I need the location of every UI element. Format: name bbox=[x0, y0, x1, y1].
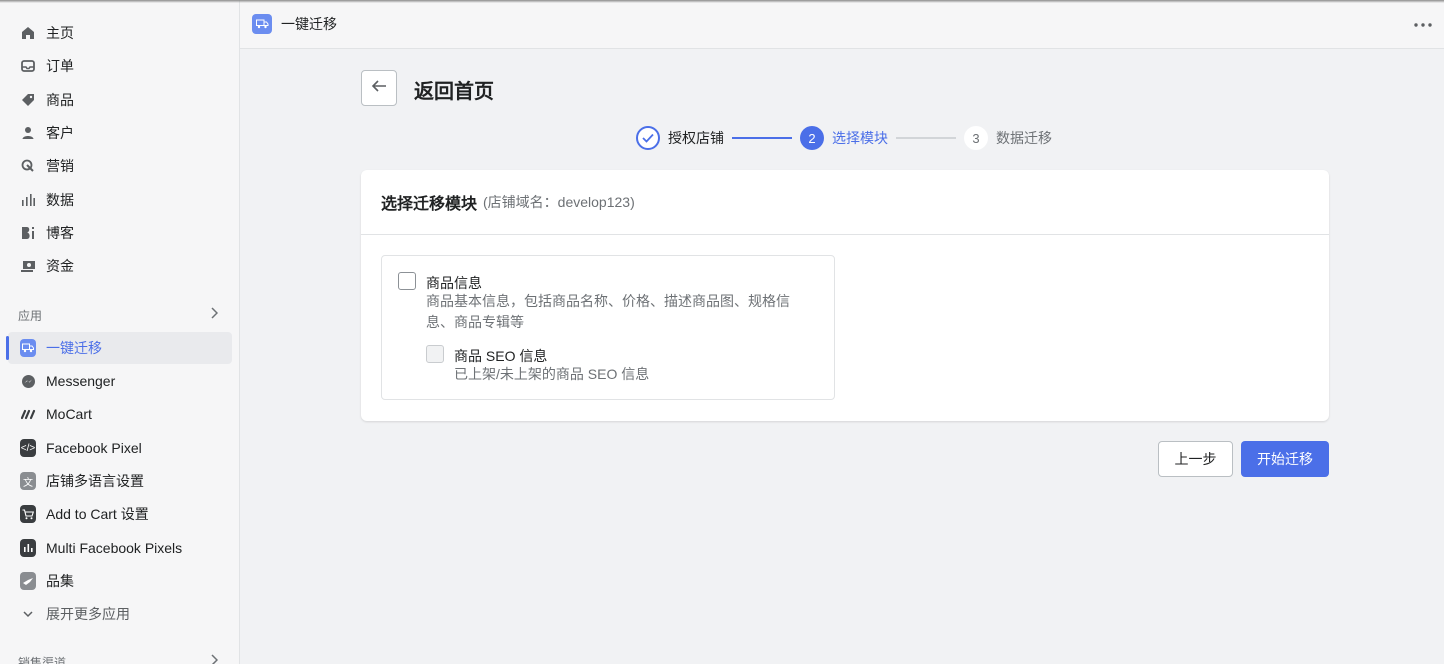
messenger-icon bbox=[20, 373, 36, 389]
sidebar-item-label: 一键迁移 bbox=[46, 340, 102, 356]
sidebar-app-migration[interactable]: 一键迁移 bbox=[6, 332, 232, 364]
card-header: 选择迁移模块 (店铺域名：develop123) bbox=[361, 170, 1329, 235]
step-label-authorize: 授权店铺 bbox=[668, 130, 724, 146]
sidebar-item-finances[interactable]: 资金 bbox=[8, 250, 232, 282]
sales-channels-section-label: 销售渠道 bbox=[18, 656, 67, 664]
sidebar-item-label: 客户 bbox=[46, 125, 74, 141]
option-title: 商品 SEO 信息 bbox=[454, 348, 548, 364]
product-seo-checkbox[interactable] bbox=[426, 345, 444, 363]
sidebar-item-label: Add to Cart 设置 bbox=[46, 506, 149, 522]
bar-chart-icon bbox=[20, 192, 36, 208]
sidebar-item-label: Messenger bbox=[46, 373, 116, 389]
money-icon bbox=[20, 258, 36, 274]
option-description: 商品基本信息，包括商品名称、价格、描述商品图、规格信 bbox=[426, 293, 790, 309]
chevron-right-icon[interactable] bbox=[210, 306, 219, 322]
sidebar-item-analytics[interactable]: 数据 bbox=[8, 184, 232, 216]
app-topbar: 一键迁移 bbox=[240, 0, 1444, 49]
sidebar: 主页 订单 商品 客户 营销 数据 博客 资金 应用 一键迁移 Messenge… bbox=[0, 0, 240, 664]
migration-truck-icon bbox=[252, 14, 272, 34]
tag-icon bbox=[20, 92, 36, 108]
apps-section-label: 应用 bbox=[18, 309, 43, 323]
more-icon[interactable] bbox=[1414, 14, 1432, 32]
expand-more-apps[interactable]: 展开更多应用 bbox=[8, 598, 232, 630]
step-number: 2 bbox=[800, 126, 824, 150]
chevron-down-icon bbox=[20, 606, 36, 622]
home-icon bbox=[20, 25, 36, 41]
sidebar-item-label: 资金 bbox=[46, 258, 74, 274]
sidebar-item-orders[interactable]: 订单 bbox=[8, 50, 232, 82]
migration-stepper: 授权店铺 2 选择模块 3 数据迁移 bbox=[636, 126, 1052, 150]
sidebar-item-label: 博客 bbox=[46, 225, 74, 241]
card-title: 选择迁移模块 bbox=[381, 196, 478, 213]
bird-icon bbox=[20, 572, 36, 590]
option-description: 已上架/未上架的商品 SEO 信息 bbox=[454, 366, 650, 382]
person-icon bbox=[20, 125, 36, 141]
page-title: 返回首页 bbox=[414, 81, 494, 103]
start-migration-button[interactable]: 开始迁移 bbox=[1241, 441, 1329, 477]
sidebar-item-label: 营销 bbox=[46, 158, 74, 174]
previous-step-button[interactable]: 上一步 bbox=[1158, 441, 1233, 477]
sidebar-app-multilanguage[interactable]: 文 店铺多语言设置 bbox=[8, 465, 232, 497]
blog-icon bbox=[20, 225, 36, 241]
sidebar-item-products[interactable]: 商品 bbox=[8, 84, 232, 116]
checkmark-icon bbox=[636, 126, 660, 150]
arrow-left-icon bbox=[371, 79, 387, 97]
sidebar-item-label: 品集 bbox=[46, 573, 74, 589]
inbox-icon bbox=[20, 58, 36, 74]
step-connector bbox=[732, 137, 792, 139]
sidebar-item-label: 展开更多应用 bbox=[46, 606, 130, 622]
option-description: 息、商品专辑等 bbox=[426, 314, 524, 330]
sidebar-item-label: Facebook Pixel bbox=[46, 440, 142, 456]
sidebar-app-add-to-cart[interactable]: Add to Cart 设置 bbox=[8, 498, 232, 530]
sidebar-item-label: 店铺多语言设置 bbox=[46, 473, 144, 489]
sidebar-item-label: Multi Facebook Pixels bbox=[46, 540, 183, 556]
option-title: 商品信息 bbox=[426, 275, 482, 291]
step-label-select-modules: 选择模块 bbox=[832, 130, 888, 146]
sidebar-item-marketing[interactable]: 营销 bbox=[8, 150, 232, 182]
module-options: 商品信息 商品基本信息，包括商品名称、价格、描述商品图、规格信 息、商品专辑等 … bbox=[381, 255, 835, 400]
sidebar-item-label: MoCart bbox=[46, 406, 92, 422]
back-button[interactable] bbox=[361, 70, 397, 106]
module-selection-card: 选择迁移模块 (店铺域名：develop123) 商品信息 商品基本信息，包括商… bbox=[361, 170, 1329, 421]
sidebar-item-label: 订单 bbox=[46, 58, 74, 74]
chevron-right-icon[interactable] bbox=[210, 653, 219, 664]
step-connector bbox=[896, 137, 956, 139]
chart-icon bbox=[20, 539, 36, 557]
step-label-migrate-data: 数据迁移 bbox=[996, 130, 1052, 146]
translate-icon: 文 bbox=[20, 472, 36, 490]
product-info-checkbox[interactable] bbox=[398, 272, 416, 290]
marketing-icon bbox=[20, 158, 36, 174]
sidebar-item-customers[interactable]: 客户 bbox=[8, 117, 232, 149]
sidebar-app-multi-facebook-pixels[interactable]: Multi Facebook Pixels bbox=[8, 532, 232, 564]
store-domain-label: (店铺域名：develop123) bbox=[483, 194, 635, 210]
sidebar-item-home[interactable]: 主页 bbox=[8, 17, 232, 49]
cart-icon bbox=[20, 505, 36, 523]
step-number: 3 bbox=[964, 126, 988, 150]
sidebar-item-label: 商品 bbox=[46, 92, 74, 108]
sidebar-item-label: 主页 bbox=[46, 25, 74, 41]
sidebar-app-facebook-pixel[interactable]: </> Facebook Pixel bbox=[8, 432, 232, 464]
sidebar-app-pinji[interactable]: 品集 bbox=[8, 565, 232, 597]
mocart-icon bbox=[20, 406, 36, 422]
sidebar-app-mocart[interactable]: MoCart bbox=[8, 398, 232, 430]
sidebar-item-blog[interactable]: 博客 bbox=[8, 217, 232, 249]
code-icon: </> bbox=[20, 439, 36, 457]
sidebar-app-messenger[interactable]: Messenger bbox=[8, 365, 232, 397]
window-top-shadow bbox=[0, 0, 1444, 3]
migration-truck-icon bbox=[20, 339, 36, 357]
sidebar-item-label: 数据 bbox=[46, 192, 74, 208]
topbar-title: 一键迁移 bbox=[281, 16, 337, 32]
